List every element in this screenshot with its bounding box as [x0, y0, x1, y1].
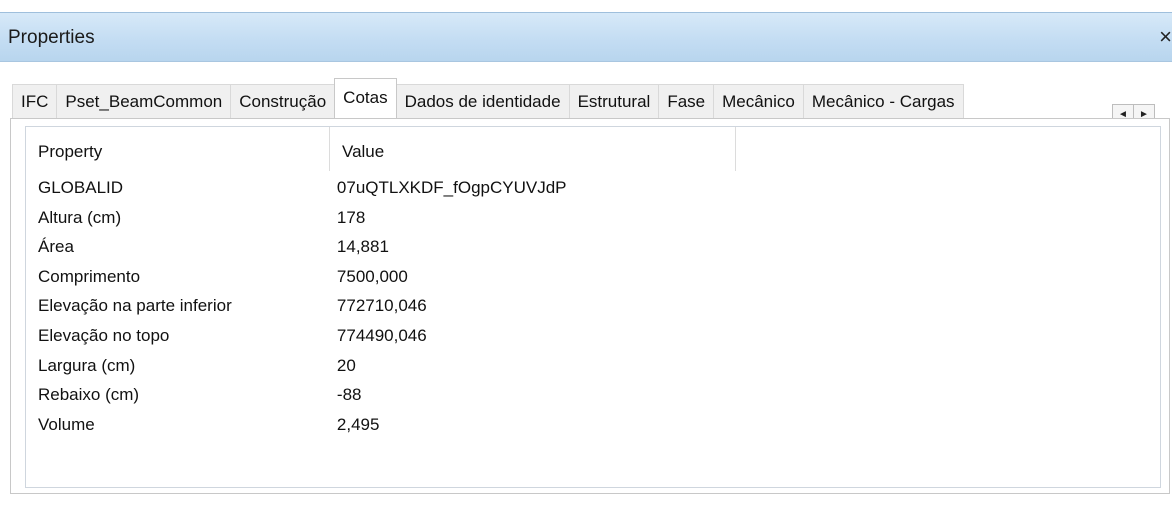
property-value: 774490,046 [336, 325, 427, 345]
property-value: 14,881 [336, 237, 389, 257]
property-name: Elevação na parte inferior [38, 296, 232, 316]
tab-ifc[interactable]: IFC [12, 84, 58, 118]
table-row[interactable]: Elevação no topo 774490,046 [26, 321, 726, 351]
tab-cotas[interactable]: Cotas [334, 78, 397, 118]
property-name: Volume [38, 414, 95, 434]
property-name: Altura (cm) [38, 207, 122, 227]
property-value: 20 [336, 355, 356, 375]
column-header-property[interactable]: Property [26, 127, 330, 171]
tab-strip: IFC Pset_BeamCommon Construção Cotas Dad… [0, 62, 1172, 126]
title-bar[interactable]: Properties × [0, 12, 1172, 62]
properties-window: Properties × IFC Pset_BeamCommon Constru… [0, 0, 1172, 505]
table-row[interactable]: Comprimento 7500,000 [26, 262, 726, 292]
property-name: Comprimento [38, 266, 141, 286]
tab-dados-de-identidade[interactable]: Dados de identidade [395, 84, 570, 118]
property-name: Largura (cm) [38, 355, 136, 375]
tabs: IFC Pset_BeamCommon Construção Cotas Dad… [12, 78, 964, 118]
property-name: GLOBALID [38, 178, 124, 197]
table-row[interactable]: Largura (cm) 20 [26, 351, 726, 381]
table-row[interactable]: Altura (cm) 178 [26, 203, 726, 233]
table-row[interactable]: Área 14,881 [26, 232, 726, 262]
tab-estrutural[interactable]: Estrutural [568, 84, 660, 118]
tab-panel-cotas: Property Value GLOBALID 07uQTLXKDF_fOgpC… [10, 118, 1170, 494]
table-row[interactable]: Rebaixo (cm) -88 [26, 380, 726, 410]
table-row[interactable]: Elevação na parte inferior 772710,046 [26, 291, 726, 321]
tab-mecanico[interactable]: Mecânico [713, 84, 804, 118]
tab-construcao[interactable]: Construção [230, 84, 336, 118]
tab-pset-beamcommon[interactable]: Pset_BeamCommon [56, 84, 232, 118]
property-value: -88 [336, 385, 362, 405]
property-value: 178 [336, 207, 366, 227]
column-header-value[interactable]: Value [330, 127, 736, 171]
property-name: Rebaixo (cm) [38, 385, 140, 405]
property-name: Área [38, 237, 74, 257]
property-value: 07uQTLXKDF_fOgpCYUVJdP [336, 178, 567, 197]
property-grid: Property Value GLOBALID 07uQTLXKDF_fOgpC… [25, 126, 1161, 488]
property-value: 2,495 [336, 414, 380, 434]
close-icon[interactable]: × [1156, 24, 1172, 50]
tab-fase[interactable]: Fase [658, 84, 715, 118]
grid-rows: GLOBALID 07uQTLXKDF_fOgpCYUVJdP Altura (… [26, 173, 726, 439]
property-name: Elevação no topo [38, 325, 170, 345]
table-row[interactable]: GLOBALID 07uQTLXKDF_fOgpCYUVJdP [26, 173, 726, 203]
tab-mecanico-cargas[interactable]: Mecânico - Cargas [802, 84, 964, 118]
window-title: Properties [8, 27, 95, 48]
table-row[interactable]: Volume 2,495 [26, 410, 726, 440]
property-value: 7500,000 [336, 266, 408, 286]
grid-header: Property Value [26, 127, 736, 171]
property-value: 772710,046 [336, 296, 427, 316]
